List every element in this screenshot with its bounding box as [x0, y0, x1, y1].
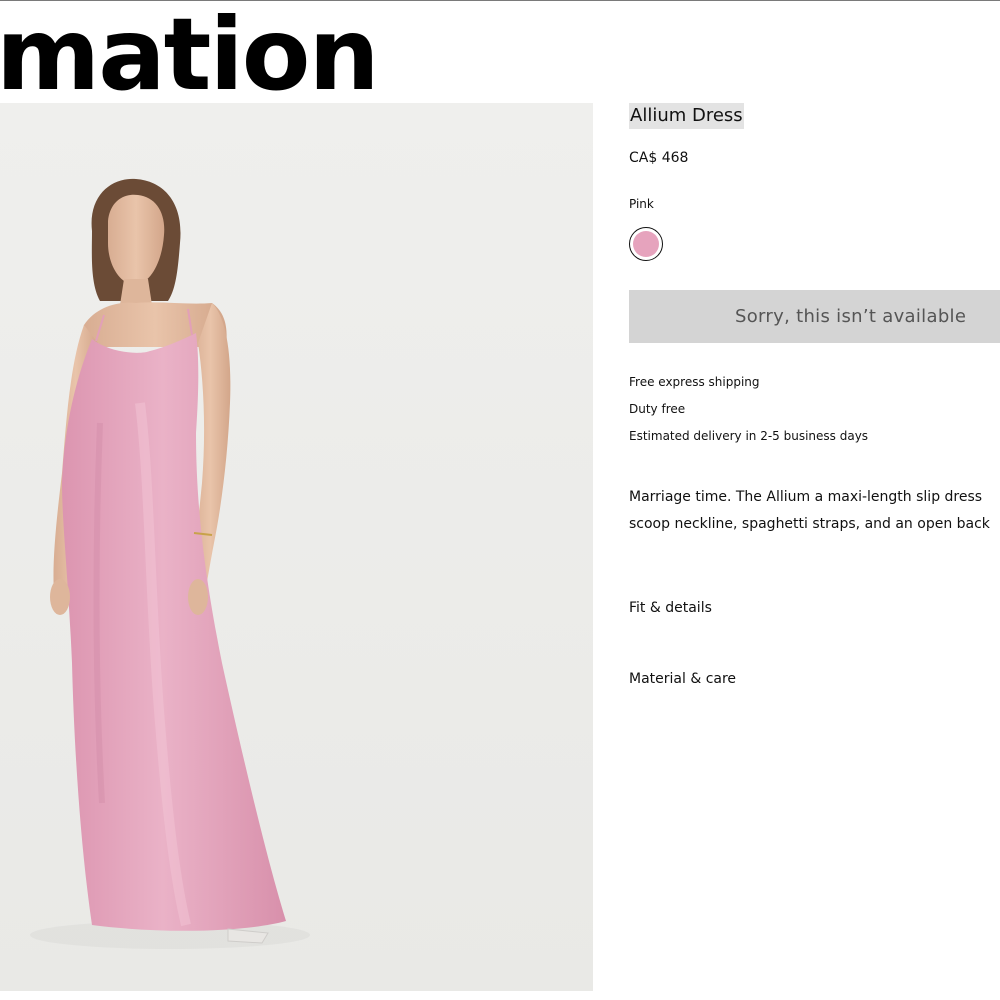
product-info-panel: Allium Dress CA$ 468 Pink Sorry, this is…	[629, 1, 1000, 1000]
perk-duty: Duty free	[629, 402, 686, 416]
perk-delivery: Estimated delivery in 2-5 business days	[629, 429, 869, 443]
swatch-fill	[633, 231, 659, 257]
color-label: Pink	[629, 197, 654, 211]
dress-model-illustration	[0, 103, 593, 991]
brand-logo[interactable]: mation	[0, 1, 380, 115]
fit-details-accordion[interactable]: Fit & details	[629, 600, 712, 616]
product-page: mation Allium Dress CA$ 468 Pink Sorry, …	[0, 0, 1000, 1000]
perk-shipping: Free express shipping	[629, 375, 760, 389]
product-price: CA$ 468	[629, 150, 689, 166]
unavailable-button[interactable]: Sorry, this isn’t available	[629, 290, 1000, 343]
color-swatch-pink[interactable]	[629, 227, 663, 261]
description-line-2: scoop neckline, spaghetti straps, and an…	[629, 516, 990, 532]
material-care-accordion[interactable]: Material & care	[629, 671, 736, 687]
description-line-1: Marriage time. The Allium a maxi-length …	[629, 489, 983, 505]
product-title: Allium Dress	[629, 103, 744, 129]
product-photo[interactable]	[0, 103, 593, 991]
